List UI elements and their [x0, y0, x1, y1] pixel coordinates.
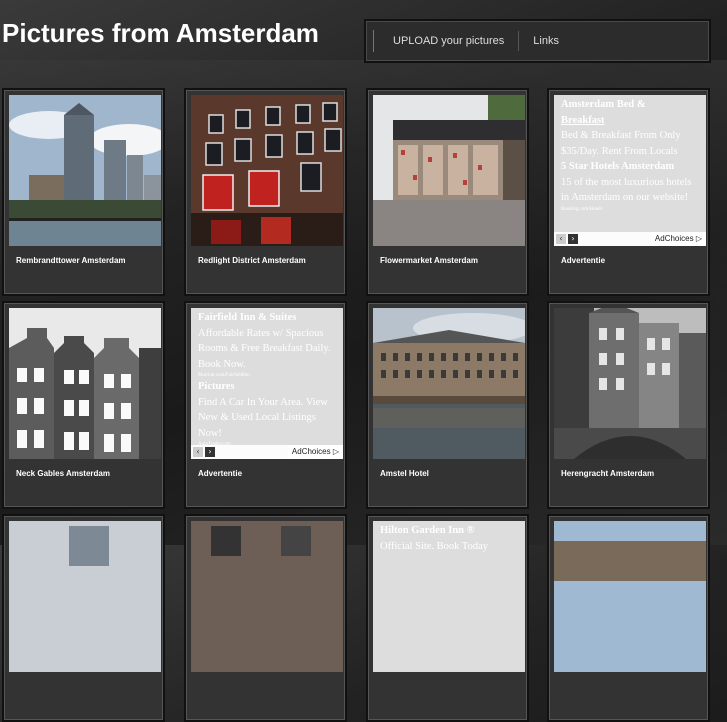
chevron-right-icon[interactable]: › — [568, 234, 578, 244]
ad-headline[interactable]: Pictures — [198, 379, 337, 395]
adchoices-icon: ▷ — [695, 234, 702, 243]
nav-divider — [373, 30, 383, 52]
photo-herengracht[interactable] — [554, 308, 706, 459]
tile-caption[interactable]: Redlight District Amsterdam — [198, 256, 306, 265]
chevron-left-icon[interactable]: ‹ — [193, 447, 203, 457]
tile-caption: Advertentie — [561, 256, 606, 265]
ad-body: Affordable Rates w/ Spacious Rooms & Fre… — [198, 327, 331, 370]
tile-caption[interactable]: Rembrandttower Amsterdam — [16, 256, 126, 265]
adchoices-link[interactable]: AdChoices ▷ — [650, 232, 706, 246]
chevron-right-icon[interactable]: › — [205, 447, 215, 457]
adchoices-label: AdChoices — [654, 234, 694, 243]
photo-tile[interactable]: Herengracht Amsterdam — [547, 301, 710, 509]
ad-text[interactable]: Hilton Garden Inn ® Official Site. Book … — [380, 523, 519, 554]
ad-body: 15 of the most luxurious hotels in Amste… — [561, 176, 692, 204]
ad-tile[interactable]: Amsterdam Bed & Breakfast Bed & Breakfas… — [547, 88, 710, 296]
photo-rembrandttower[interactable] — [9, 95, 161, 246]
ad-tile[interactable]: Fairfield Inn & Suites Affordable Rates … — [184, 301, 347, 509]
adchoices-link[interactable]: AdChoices ▷ — [287, 445, 343, 459]
photo-tile[interactable]: Flowermarket Amsterdam — [366, 88, 529, 296]
ad-headline[interactable]: Fairfield Inn & Suites — [198, 310, 337, 326]
photo-tile[interactable]: Rembrandttower Amsterdam — [2, 88, 165, 296]
ad-headline[interactable]: Hilton Garden Inn ® — [380, 523, 519, 539]
ad-url[interactable]: Marriott.com/FairfieldInn — [198, 372, 337, 379]
tile-caption[interactable]: Flowermarket Amsterdam — [380, 256, 478, 265]
advertisement[interactable]: Amsterdam Bed & Breakfast Bed & Breakfas… — [554, 95, 706, 246]
ad-tile[interactable]: Hilton Garden Inn ® Official Site. Book … — [366, 514, 529, 722]
photo-row3-4[interactable] — [554, 521, 706, 672]
advertisement[interactable]: Hilton Garden Inn ® Official Site. Book … — [373, 521, 525, 672]
photo-tile[interactable]: Neck Gables Amsterdam — [2, 301, 165, 509]
tile-caption: Advertentie — [198, 469, 243, 478]
site-title: Pictures from Amsterdam — [2, 18, 319, 48]
ad-headline[interactable]: 5 Star Hotels Amsterdam — [561, 159, 700, 175]
tile-caption[interactable]: Neck Gables Amsterdam — [16, 469, 110, 478]
photo-tile[interactable]: Amstel Hotel — [366, 301, 529, 509]
photo-tile[interactable] — [2, 514, 165, 722]
photo-tile[interactable] — [547, 514, 710, 722]
tile-caption[interactable]: Herengracht Amsterdam — [561, 469, 654, 478]
photo-row3-2[interactable] — [191, 521, 343, 672]
ad-body: Official Site. Book Today — [380, 540, 488, 552]
ad-footer-bar: ‹ › AdChoices ▷ — [554, 232, 706, 246]
ad-text[interactable]: Amsterdam Bed & Breakfast Bed & Breakfas… — [561, 97, 700, 213]
nav-links-link[interactable]: Links — [519, 31, 573, 51]
photo-tile[interactable] — [184, 514, 347, 722]
photo-redlight-district[interactable] — [191, 95, 343, 246]
photo-row3-1[interactable] — [9, 521, 161, 672]
adchoices-icon: ▷ — [332, 447, 339, 456]
main-nav: UPLOAD your pictures Links — [364, 19, 711, 63]
ad-body: Bed & Breakfast From Only $35/Day. Rent … — [561, 130, 681, 157]
photo-flowermarket[interactable] — [373, 95, 525, 246]
nav-upload-link[interactable]: UPLOAD your pictures — [383, 31, 518, 51]
ad-headline[interactable]: Amsterdam Bed & — [561, 97, 700, 113]
tile-caption[interactable]: Amstel Hotel — [380, 469, 429, 478]
ad-url[interactable]: Booking.com/Hotels — [561, 206, 700, 213]
photo-neck-gables[interactable] — [9, 308, 161, 459]
chevron-left-icon[interactable]: ‹ — [556, 234, 566, 244]
ad-body: Find A Car In Your Area. View New & Used… — [198, 396, 328, 439]
photo-tile[interactable]: Redlight District Amsterdam — [184, 88, 347, 296]
photo-amstel-hotel[interactable] — [373, 308, 525, 459]
ad-footer-bar: ‹ › AdChoices ▷ — [191, 445, 343, 459]
advertisement[interactable]: Fairfield Inn & Suites Affordable Rates … — [191, 308, 343, 459]
ad-text[interactable]: Fairfield Inn & Suites Affordable Rates … — [198, 310, 337, 448]
ad-headline-link[interactable]: Breakfast — [561, 113, 700, 129]
adchoices-label: AdChoices — [291, 447, 331, 456]
